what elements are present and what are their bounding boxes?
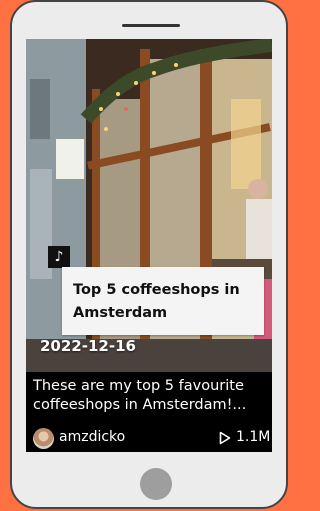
home-button[interactable] — [140, 468, 172, 500]
username[interactable]: amzdicko — [59, 429, 125, 445]
video-card[interactable]: ♪ Top 5 coffeeshops in Amsterdam 2022-12… — [26, 39, 272, 452]
tiktok-icon: ♪ — [48, 246, 70, 268]
post-date: 2022-12-16 — [40, 337, 136, 355]
caption-line-2: coffeeshops in Amsterdam!... — [33, 397, 247, 413]
phone-speaker — [122, 24, 180, 27]
caption-line-1: These are my top 5 favourite — [33, 378, 244, 394]
video-footer: amzdicko 1.1M — [33, 428, 271, 450]
video-thumbnail[interactable]: ♪ Top 5 coffeeshops in Amsterdam 2022-12… — [26, 39, 272, 372]
play-icon — [219, 431, 231, 445]
video-caption[interactable]: These are my top 5 favourite coffeeshops… — [33, 377, 269, 415]
video-title: Top 5 coffeeshops in Amsterdam — [73, 282, 240, 321]
phone-frame: ♪ Top 5 coffeeshops in Amsterdam 2022-12… — [10, 0, 288, 509]
avatar[interactable] — [33, 428, 54, 449]
title-card: Top 5 coffeeshops in Amsterdam — [62, 267, 264, 335]
view-count: 1.1M — [236, 429, 271, 445]
